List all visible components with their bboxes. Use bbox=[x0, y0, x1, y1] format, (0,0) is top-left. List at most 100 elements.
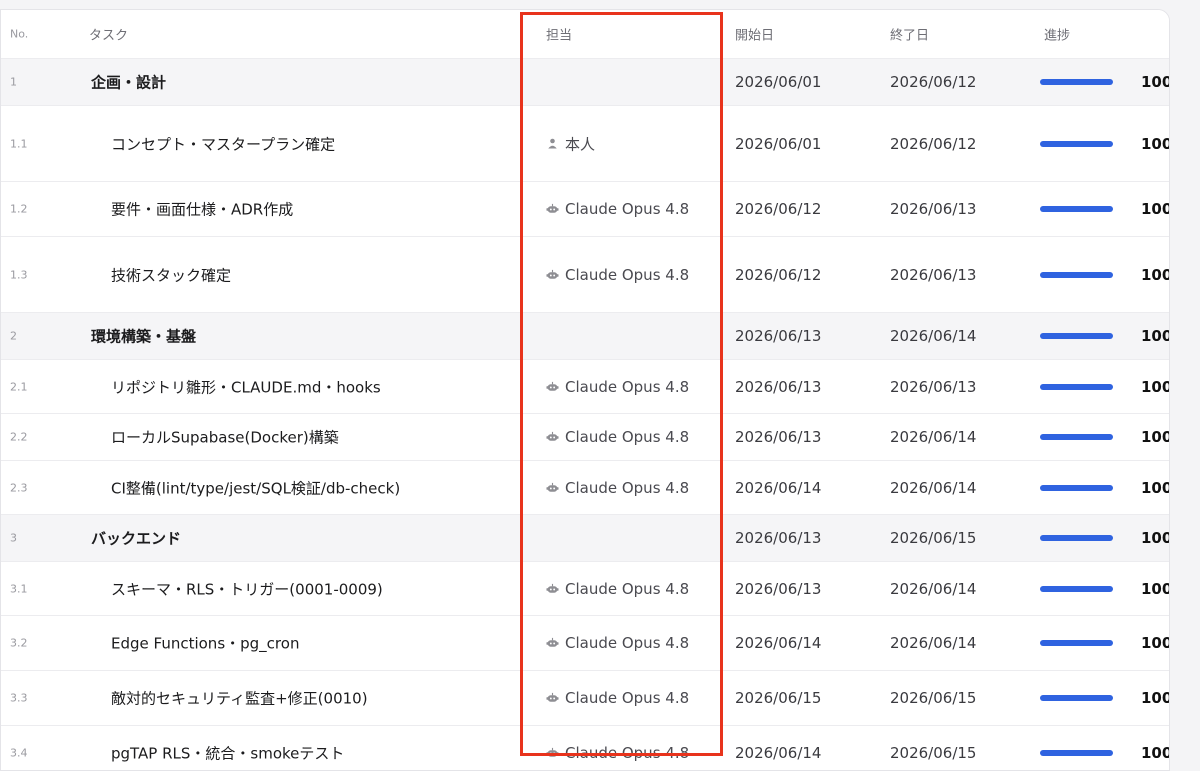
task-row[interactable]: 1.1 コンセプト・マスタープラン確定 本人 2026/06/01 2026/06/12… bbox=[1, 106, 1169, 182]
row-number: 3.3 bbox=[10, 691, 28, 705]
task-row[interactable]: 2.2 ローカルSupabase(Docker)構築 Claude Opus 4.8… bbox=[1, 414, 1169, 461]
assignee-cell[interactable]: Claude Opus 4.8 bbox=[546, 378, 689, 396]
task-name[interactable]: 企画・設計 bbox=[91, 72, 166, 93]
assignee-cell[interactable]: Claude Opus 4.8 bbox=[546, 580, 689, 598]
task-name[interactable]: ローカルSupabase(Docker)構築 bbox=[111, 427, 339, 448]
task-name[interactable]: CI整備(lint/type/jest/SQL検証/db-check) bbox=[111, 477, 400, 498]
start-date[interactable]: 2026/06/01 bbox=[735, 73, 821, 91]
task-name[interactable]: Edge Functions・pg_cron bbox=[111, 633, 299, 654]
progress-bar bbox=[1040, 535, 1113, 541]
header-task[interactable]: タスク bbox=[89, 25, 128, 44]
task-name[interactable]: 敵対的セキュリティ監査+修正(0010) bbox=[111, 688, 368, 709]
end-date[interactable]: 2026/06/14 bbox=[890, 634, 976, 652]
task-name[interactable]: スキーマ・RLS・トリガー(0001-0009) bbox=[111, 578, 383, 599]
progress-bar bbox=[1040, 79, 1113, 85]
end-date[interactable]: 2026/06/13 bbox=[890, 266, 976, 284]
task-name[interactable]: 要件・画面仕様・ADR作成 bbox=[111, 199, 293, 220]
row-number: 1.3 bbox=[10, 268, 28, 281]
start-date[interactable]: 2026/06/13 bbox=[735, 428, 821, 446]
task-row[interactable]: 3.3 敵対的セキュリティ監査+修正(0010) Claude Opus 4.8 20… bbox=[1, 671, 1169, 726]
robot-icon bbox=[546, 747, 559, 759]
header-assignee[interactable]: 担当 bbox=[546, 25, 572, 44]
person-icon bbox=[546, 138, 559, 150]
end-date[interactable]: 2026/06/14 bbox=[890, 580, 976, 598]
assignee-name: 本人 bbox=[565, 135, 596, 153]
start-date[interactable]: 2026/06/13 bbox=[735, 529, 821, 547]
assignee-cell[interactable]: Claude Opus 4.8 bbox=[546, 744, 689, 762]
task-name[interactable]: コンセプト・マスタープラン確定 bbox=[111, 133, 335, 154]
start-date[interactable]: 2026/06/13 bbox=[735, 378, 821, 396]
assignee-cell[interactable]: Claude Opus 4.8 bbox=[546, 634, 689, 652]
row-number: 2 bbox=[10, 329, 17, 343]
task-name[interactable]: pgTAP RLS・統合・smokeテスト bbox=[111, 743, 344, 764]
start-date[interactable]: 2026/06/12 bbox=[735, 200, 821, 218]
row-number: 2.1 bbox=[10, 380, 28, 393]
assignee-cell[interactable]: Claude Opus 4.8 bbox=[546, 479, 689, 497]
progress-percent: 100 bbox=[1141, 634, 1170, 652]
task-name[interactable]: バックエンド bbox=[91, 528, 181, 549]
robot-icon bbox=[546, 431, 559, 443]
end-date[interactable]: 2026/06/13 bbox=[890, 378, 976, 396]
header-end-date[interactable]: 終了日 bbox=[890, 25, 929, 44]
end-date[interactable]: 2026/06/14 bbox=[890, 327, 976, 345]
end-date[interactable]: 2026/06/15 bbox=[890, 689, 976, 707]
progress-percent: 100 bbox=[1141, 744, 1170, 762]
task-row[interactable]: 2.3 CI整備(lint/type/jest/SQL検証/db-check) Cl… bbox=[1, 461, 1169, 515]
group-row[interactable]: 1 企画・設計 2026/06/01 2026/06/12 100 bbox=[1, 59, 1169, 106]
start-date[interactable]: 2026/06/13 bbox=[735, 327, 821, 345]
group-row[interactable]: 3 バックエンド 2026/06/13 2026/06/15 100 bbox=[1, 515, 1169, 562]
end-date[interactable]: 2026/06/15 bbox=[890, 744, 976, 762]
progress-percent: 100 bbox=[1141, 134, 1170, 153]
progress-bar bbox=[1040, 640, 1113, 646]
assignee-name: Claude Opus 4.8 bbox=[565, 478, 690, 497]
progress-bar bbox=[1040, 750, 1113, 756]
start-date[interactable]: 2026/06/14 bbox=[735, 479, 821, 497]
end-date[interactable]: 2026/06/14 bbox=[890, 479, 976, 497]
end-date[interactable]: 2026/06/14 bbox=[890, 428, 976, 446]
progress-percent: 100 bbox=[1141, 73, 1170, 91]
start-date[interactable]: 2026/06/14 bbox=[735, 744, 821, 762]
start-date[interactable]: 2026/06/14 bbox=[735, 634, 821, 652]
assignee-cell[interactable]: Claude Opus 4.8 bbox=[546, 428, 689, 446]
task-row[interactable]: 2.1 リポジトリ雛形・CLAUDE.md・hooks Claude Opus 4.… bbox=[1, 360, 1169, 414]
progress-bar bbox=[1040, 484, 1113, 491]
task-row[interactable]: 3.2 Edge Functions・pg_cron Claude Opus 4.8… bbox=[1, 616, 1169, 671]
assignee-cell[interactable]: Claude Opus 4.8 bbox=[546, 689, 689, 707]
progress-percent: 100 bbox=[1141, 200, 1170, 218]
task-row[interactable]: 1.3 技術スタック確定 Claude Opus 4.8 2026/06/12 2026… bbox=[1, 237, 1169, 313]
progress-percent: 100 bbox=[1141, 689, 1170, 707]
start-date[interactable]: 2026/06/12 bbox=[735, 266, 821, 284]
row-number: 1 bbox=[10, 75, 17, 89]
group-row[interactable]: 2 環境構築・基盤 2026/06/13 2026/06/14 100 bbox=[1, 313, 1169, 360]
progress-bar bbox=[1040, 434, 1113, 440]
task-row[interactable]: 1.2 要件・画面仕様・ADR作成 Claude Opus 4.8 2026/06/1… bbox=[1, 182, 1169, 237]
start-date[interactable]: 2026/06/15 bbox=[735, 689, 821, 707]
progress-percent: 100 bbox=[1141, 529, 1170, 547]
end-date[interactable]: 2026/06/15 bbox=[890, 529, 976, 547]
assignee-cell[interactable]: 本人 bbox=[546, 133, 595, 154]
progress-percent: 100 bbox=[1141, 265, 1170, 284]
task-row[interactable]: 3.1 スキーマ・RLS・トリガー(0001-0009) Claude Opus 4… bbox=[1, 562, 1169, 616]
start-date[interactable]: 2026/06/13 bbox=[735, 580, 821, 598]
end-date[interactable]: 2026/06/13 bbox=[890, 200, 976, 218]
header-no[interactable]: No. bbox=[10, 28, 28, 41]
assignee-cell[interactable]: Claude Opus 4.8 bbox=[546, 266, 689, 284]
row-number: 1.1 bbox=[10, 137, 28, 150]
row-number: 3.2 bbox=[10, 636, 28, 650]
end-date[interactable]: 2026/06/12 bbox=[890, 135, 976, 153]
progress-bar bbox=[1040, 206, 1113, 212]
task-row[interactable]: 3.4 pgTAP RLS・統合・smokeテスト Claude Opus 4.8 2… bbox=[1, 726, 1170, 770]
progress-bar bbox=[1040, 333, 1113, 339]
header-start-date[interactable]: 開始日 bbox=[735, 25, 774, 44]
start-date[interactable]: 2026/06/01 bbox=[735, 135, 821, 153]
task-name[interactable]: 環境構築・基盤 bbox=[91, 326, 196, 347]
header-progress[interactable]: 進捗 bbox=[1044, 25, 1070, 44]
task-name[interactable]: リポジトリ雛形・CLAUDE.md・hooks bbox=[111, 376, 381, 397]
progress-percent: 100 bbox=[1141, 579, 1170, 598]
assignee-name: Claude Opus 4.8 bbox=[565, 200, 690, 218]
assignee-cell[interactable]: Claude Opus 4.8 bbox=[546, 200, 689, 218]
end-date[interactable]: 2026/06/12 bbox=[890, 73, 976, 91]
row-number: 2.2 bbox=[10, 430, 28, 444]
task-name[interactable]: 技術スタック確定 bbox=[111, 264, 231, 285]
progress-percent: 100 bbox=[1141, 428, 1170, 446]
